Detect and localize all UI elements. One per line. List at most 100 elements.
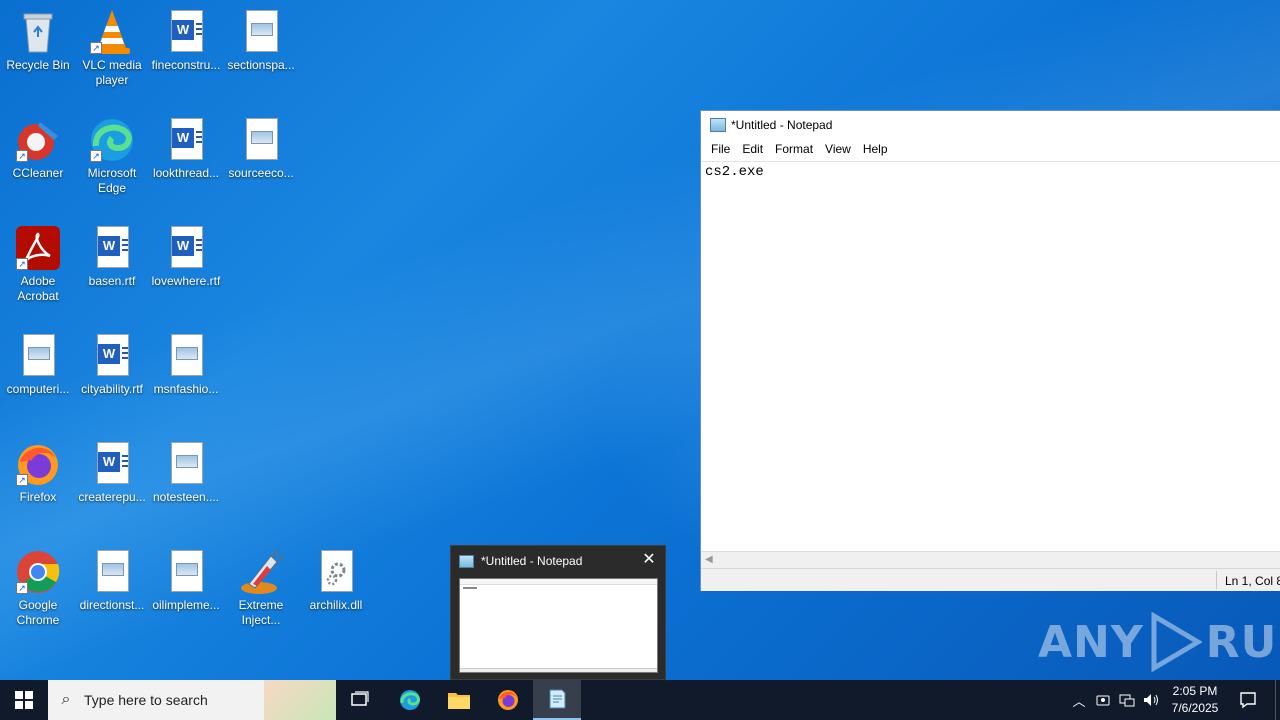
image-file-icon xyxy=(162,548,210,596)
desktop-icon-recycle-bin[interactable]: Recycle Bin xyxy=(0,8,76,73)
clock-date: 7/6/2025 xyxy=(1171,701,1219,715)
desktop-icon-file[interactable]: W createrepu... xyxy=(74,440,150,505)
desktop-icon-file[interactable]: W fineconstru... xyxy=(148,8,224,73)
search-highlight-image[interactable] xyxy=(264,680,336,720)
thumbnail-window-preview[interactable] xyxy=(459,578,658,673)
image-file-icon xyxy=(237,8,285,56)
desktop-icon-file[interactable]: W cityability.rtf xyxy=(74,332,150,397)
menu-view[interactable]: View xyxy=(819,142,857,156)
status-bar: Ln 1, Col 8 xyxy=(701,568,1280,591)
desktop-icon-file[interactable]: directionst... xyxy=(74,548,150,613)
vlc-cone-icon: ↗ xyxy=(88,8,136,56)
shortcut-arrow-icon: ↗ xyxy=(90,150,102,162)
desktop-icon-file[interactable]: sectionspa... xyxy=(223,8,299,73)
action-center-button[interactable] xyxy=(1228,680,1268,720)
close-icon[interactable]: ✕ xyxy=(641,552,657,568)
task-view-button[interactable] xyxy=(336,680,384,720)
scroll-left-icon[interactable]: ◀ xyxy=(705,554,713,565)
dll-settings-file-icon xyxy=(312,548,360,596)
desktop-icon-label: sourceeco... xyxy=(228,166,294,180)
desktop-icon-label: lovewhere.rtf xyxy=(151,274,221,288)
desktop-icon-file[interactable]: computeri... xyxy=(0,332,76,397)
network-icon xyxy=(1119,694,1135,707)
word-document-icon: W xyxy=(88,224,136,272)
show-desktop-button[interactable] xyxy=(1275,680,1280,720)
taskbar-file-explorer-button[interactable] xyxy=(435,680,483,720)
text-editor-area[interactable]: cs2.exe xyxy=(701,161,1280,551)
desktop-icon-file[interactable]: W basen.rtf xyxy=(74,224,150,289)
desktop-icon-file[interactable]: sourceeco... xyxy=(223,116,299,181)
thumbnail-title: *Untitled - Notepad xyxy=(481,554,583,568)
taskbar-thumbnail-preview[interactable]: *Untitled - Notepad ✕ xyxy=(450,545,666,680)
task-view-icon xyxy=(351,691,369,706)
desktop-icon-vlc[interactable]: ↗ VLC media player xyxy=(74,8,150,88)
desktop-icon-firefox[interactable]: ↗ Firefox xyxy=(0,440,76,505)
horizontal-scrollbar[interactable]: ◀ xyxy=(701,551,1280,568)
desktop-icon-label: computeri... xyxy=(6,382,70,396)
start-button[interactable] xyxy=(0,680,48,720)
taskbar-edge-button[interactable] xyxy=(386,680,434,720)
menu-help[interactable]: Help xyxy=(857,142,894,156)
desktop-icon-adobe-acrobat[interactable]: ↗ Adobe Acrobat xyxy=(0,224,76,304)
show-hidden-icons-button[interactable]: ︿ xyxy=(1068,680,1090,720)
desktop-icon-label: sectionspa... xyxy=(227,58,295,72)
menu-format[interactable]: Format xyxy=(769,142,819,156)
firefox-icon xyxy=(498,690,518,710)
desktop-icon-ccleaner[interactable]: ↗ CCleaner xyxy=(0,116,76,181)
menu-edit[interactable]: Edit xyxy=(736,142,769,156)
desktop-icon-file[interactable]: msnfashio... xyxy=(148,332,224,397)
taskbar: ⌕ Type here to search ︿ 2:05 PM 7/6/2025 xyxy=(0,680,1280,720)
taskbar-notepad-button[interactable] xyxy=(533,680,581,720)
desktop-icon-file[interactable]: W lovewhere.rtf xyxy=(148,224,224,289)
taskbar-firefox-button[interactable] xyxy=(484,680,532,720)
desktop-icon-label: createrepu... xyxy=(78,490,146,504)
watermark-run: RUN xyxy=(1205,616,1280,668)
shortcut-arrow-icon: ↗ xyxy=(16,474,28,486)
desktop-icon-label: oilimpleme... xyxy=(152,598,220,612)
shortcut-arrow-icon: ↗ xyxy=(16,582,28,594)
desktop-icon-file[interactable]: oilimpleme... xyxy=(148,548,224,613)
status-divider xyxy=(1216,571,1217,589)
shortcut-arrow-icon: ↗ xyxy=(90,42,102,54)
notepad-icon xyxy=(549,689,566,709)
menu-file[interactable]: File xyxy=(705,142,736,156)
taskbar-clock[interactable]: 2:05 PM 7/6/2025 xyxy=(1162,683,1228,717)
word-document-icon: W xyxy=(162,8,210,56)
desktop-icon-label: CCleaner xyxy=(12,166,64,180)
search-placeholder: Type here to search xyxy=(84,692,208,708)
mini-statusbar xyxy=(460,668,657,672)
window-title: *Untitled - Notepad xyxy=(731,118,833,132)
mini-text-line xyxy=(463,587,477,589)
image-file-icon xyxy=(162,332,210,380)
network-button[interactable] xyxy=(1116,680,1138,720)
play-logo-icon xyxy=(1151,612,1202,672)
chrome-icon: ↗ xyxy=(14,548,62,596)
desktop-icon-file[interactable]: notesteen.... xyxy=(148,440,224,505)
notepad-titlebar[interactable]: *Untitled - Notepad xyxy=(701,111,1280,139)
desktop-icon-label: basen.rtf xyxy=(88,274,136,288)
desktop-icon-label: Microsoft Edge xyxy=(87,166,137,195)
speaker-icon xyxy=(1144,694,1158,706)
desktop-icon-google-chrome[interactable]: ↗ Google Chrome xyxy=(0,548,76,628)
taskbar-search-box[interactable]: ⌕ Type here to search xyxy=(48,680,336,720)
cursor-position: Ln 1, Col 8 xyxy=(1225,574,1280,588)
edge-icon: ↗ xyxy=(88,116,136,164)
notification-icon xyxy=(1240,692,1256,709)
volume-button[interactable] xyxy=(1140,680,1162,720)
desktop-icon-extreme-injector[interactable]: Extreme Inject... xyxy=(223,548,299,628)
shortcut-arrow-icon: ↗ xyxy=(16,150,28,162)
desktop-icon-file[interactable]: archilix.dll xyxy=(298,548,374,613)
syringe-icon xyxy=(237,548,285,596)
desktop-icon-label: lookthread... xyxy=(152,166,220,180)
desktop-icon-label: notesteen.... xyxy=(152,490,220,504)
edge-icon xyxy=(400,690,420,710)
desktop-icon-file[interactable]: W lookthread... xyxy=(148,116,224,181)
notepad-icon xyxy=(710,118,726,132)
notepad-window[interactable]: *Untitled - Notepad File Edit Format Vie… xyxy=(700,110,1280,591)
people-icon xyxy=(1096,695,1110,706)
search-icon: ⌕ xyxy=(61,691,71,708)
mini-titlebar xyxy=(460,579,657,585)
word-document-icon: W xyxy=(88,440,136,488)
meet-now-button[interactable] xyxy=(1092,680,1114,720)
desktop-icon-microsoft-edge[interactable]: ↗ Microsoft Edge xyxy=(74,116,150,196)
